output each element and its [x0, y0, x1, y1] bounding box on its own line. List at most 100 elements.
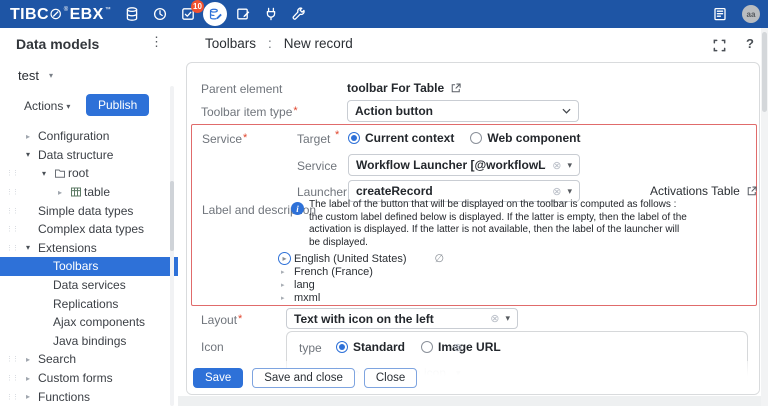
radio-image-url[interactable]: [421, 341, 433, 353]
layout-combobox[interactable]: Text with icon on the left ⊗ ▾: [286, 308, 518, 329]
tree-item-table[interactable]: ⋮⋮ ▸ table: [0, 183, 178, 202]
tree-item-label: Search: [38, 352, 76, 366]
dropdown-caret-icon[interactable]: ▾: [567, 160, 572, 171]
chevron-right-icon[interactable]: ▸: [58, 188, 70, 197]
tree-item-extensions[interactable]: ⋮⋮▾Extensions: [0, 239, 178, 258]
close-button[interactable]: Close: [364, 368, 417, 388]
chevron-down-icon: ▾: [49, 71, 53, 80]
scrollbar-thumb[interactable]: [762, 32, 767, 112]
info-icon: i: [291, 202, 304, 215]
tree-item-toolbars-selected[interactable]: Toolbars: [0, 257, 178, 276]
clear-icon[interactable]: ⊗: [453, 341, 462, 354]
chevron-down-icon[interactable]: ▾: [42, 169, 54, 178]
chevron-right-icon[interactable]: ▸: [282, 254, 286, 263]
drag-handle-icon[interactable]: ⋮⋮: [6, 188, 18, 196]
tasks-icon[interactable]: 10: [175, 2, 200, 27]
tree-item-configuration[interactable]: ▸Configuration: [0, 127, 178, 146]
tree-item-simple-data-types[interactable]: ⋮⋮Simple data types: [0, 201, 178, 220]
icon-type-radio-group: Standard Image URL: [336, 340, 501, 354]
help-icon[interactable]: ?: [746, 36, 754, 51]
tree-item-root[interactable]: ⋮⋮ ▾ root: [0, 164, 178, 183]
chevron-right-icon[interactable]: ▸: [281, 294, 291, 302]
actions-menu[interactable]: Actions▾: [24, 99, 70, 113]
chevron-right-icon[interactable]: ▸: [26, 132, 38, 141]
tree-item-search[interactable]: ⋮⋮ ▸Search: [0, 350, 178, 369]
radio-label[interactable]: Web component: [487, 131, 580, 145]
service-group-validation-box: Service Target * Current context Web com…: [191, 124, 757, 306]
save-and-close-button[interactable]: Save and close: [252, 368, 355, 388]
tree-item-label: Data structure: [38, 148, 113, 162]
tree-item-label: root: [68, 166, 89, 180]
chevron-right-icon[interactable]: ▸: [26, 374, 38, 383]
radio-standard[interactable]: [336, 341, 348, 353]
user-avatar[interactable]: aa: [742, 5, 760, 23]
drag-handle-icon[interactable]: ⋮⋮: [6, 374, 18, 382]
tree-item-java-bindings[interactable]: Java bindings: [0, 332, 178, 351]
window-scrollbar[interactable]: [761, 28, 768, 406]
chevron-right-icon[interactable]: ▸: [281, 268, 291, 276]
service-combobox[interactable]: Workflow Launcher [@workflowLauncher] ⊗ …: [348, 154, 580, 176]
logo-text-ebx: EBX: [70, 6, 104, 23]
tree-item-complex-data-types[interactable]: ⋮⋮Complex data types: [0, 220, 178, 239]
empty-set-icon: ∅: [435, 252, 445, 265]
launcher-label: Launcher: [297, 185, 347, 199]
data-models-sidebar: Data models ⋮ test▾ Actions▾ Publish ▸Co…: [0, 28, 178, 406]
language-row-english[interactable]: ▸ English (United States) ∅: [278, 252, 444, 265]
top-nav-icons: 10: [119, 0, 311, 28]
tree-item-label: table: [84, 185, 110, 199]
language-row-mxml[interactable]: ▸mxml: [278, 292, 444, 305]
fullscreen-icon[interactable]: [712, 38, 727, 56]
radio-current-context[interactable]: [348, 132, 360, 144]
chevron-right-icon[interactable]: ▸: [26, 392, 38, 401]
clear-icon[interactable]: ⊗: [552, 159, 561, 172]
chevron-right-icon[interactable]: ▸: [26, 355, 38, 364]
radio-label[interactable]: Standard: [353, 340, 405, 354]
drag-handle-icon[interactable]: ⋮⋮: [6, 244, 18, 252]
data-models-icon[interactable]: [203, 2, 227, 26]
tree-item-label: Functions: [38, 390, 90, 404]
tree-item-functions[interactable]: ⋮⋮ ▸Functions: [0, 387, 178, 406]
drag-handle-icon[interactable]: ⋮⋮: [6, 207, 18, 215]
radio-label[interactable]: Current context: [365, 131, 454, 145]
chevron-down-icon[interactable]: ▾: [26, 150, 38, 159]
kebab-menu-icon[interactable]: ⋮: [150, 34, 164, 50]
history-icon[interactable]: [147, 2, 172, 27]
scrollbar-thumb[interactable]: [170, 181, 174, 251]
integration-plug-icon[interactable]: [258, 2, 283, 27]
radio-label[interactable]: Image URL: [438, 340, 501, 354]
clear-icon[interactable]: ⊗: [490, 312, 499, 325]
icon-type-label: type: [299, 341, 322, 355]
tree-item-replications[interactable]: Replications: [0, 294, 178, 313]
drag-handle-icon[interactable]: ⋮⋮: [6, 169, 18, 177]
external-link-icon[interactable]: [450, 82, 462, 94]
parent-element-value: toolbar For Table: [347, 81, 444, 95]
tree-item-custom-forms[interactable]: ⋮⋮▸Custom forms: [0, 369, 178, 388]
language-row-french[interactable]: ▸French (France): [278, 265, 444, 278]
drag-handle-icon[interactable]: ⋮⋮: [6, 393, 18, 401]
publish-button[interactable]: Publish: [86, 94, 149, 116]
sidebar-scrollbar[interactable]: [170, 86, 174, 406]
report-icon[interactable]: [707, 2, 732, 27]
drag-handle-icon[interactable]: ⋮⋮: [6, 355, 18, 363]
activations-table-link[interactable]: Activations Table: [650, 184, 758, 198]
parent-element-value-row: toolbar For Table: [347, 81, 462, 95]
clear-icon[interactable]: ⊗: [552, 185, 561, 198]
language-row-lang[interactable]: ▸lang: [278, 278, 444, 291]
tree-item-data-structure[interactable]: ▾Data structure: [0, 146, 178, 165]
dropdown-caret-icon[interactable]: ▾: [567, 186, 572, 197]
validation-icon[interactable]: [230, 2, 255, 27]
save-button[interactable]: Save: [193, 368, 243, 388]
language-label: English (United States): [294, 253, 407, 265]
service-label: Service: [297, 159, 337, 173]
dropdown-caret-icon[interactable]: ▾: [505, 313, 510, 324]
toolbar-item-type-select[interactable]: Action button: [347, 100, 579, 122]
tree-item-data-services[interactable]: Data services: [0, 276, 178, 295]
chevron-down-icon[interactable]: ▾: [26, 243, 38, 252]
dataset-selector[interactable]: test▾: [18, 68, 53, 83]
radio-web-component[interactable]: [470, 132, 482, 144]
tree-item-ajax-components[interactable]: Ajax components: [0, 313, 178, 332]
drag-handle-icon[interactable]: ⋮⋮: [6, 225, 18, 233]
database-icon[interactable]: [119, 2, 144, 27]
chevron-right-icon[interactable]: ▸: [281, 281, 291, 289]
administration-wrench-icon[interactable]: [286, 2, 311, 27]
